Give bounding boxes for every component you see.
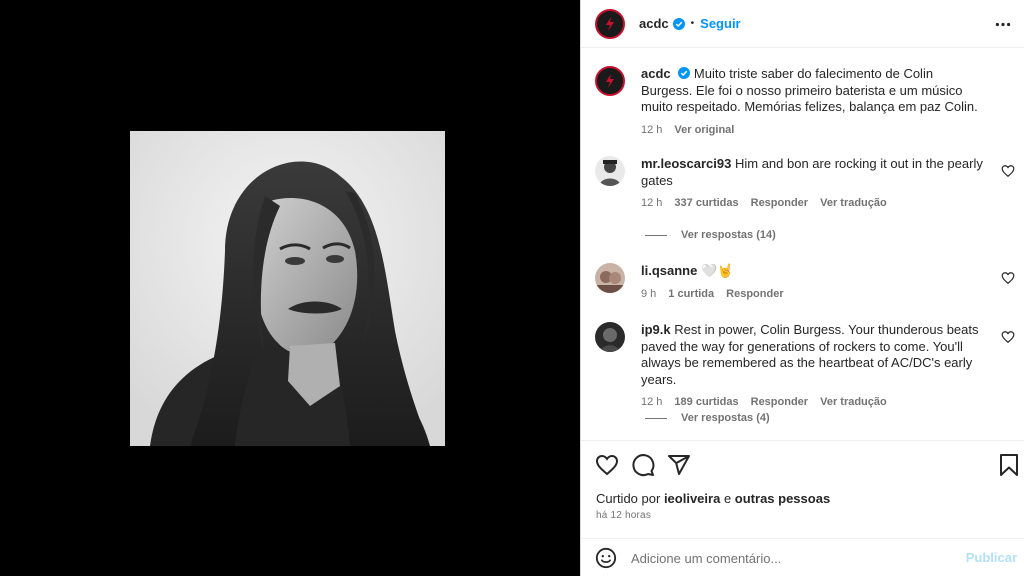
verified-badge-icon xyxy=(672,17,685,30)
commenter-avatar[interactable] xyxy=(595,322,625,352)
comment-body: mr.leoscarci93 Him and bon are rocking i… xyxy=(641,156,987,212)
caption-body: acdc Muito triste saber do falecimento d… xyxy=(641,66,987,138)
comment-time[interactable]: 9 h xyxy=(641,286,656,303)
translate-link[interactable]: Ver tradução xyxy=(820,394,887,411)
more-options-button[interactable] xyxy=(993,14,1013,34)
replies-divider-line xyxy=(645,234,667,236)
caption-author-avatar[interactable] xyxy=(595,66,625,96)
comment-time[interactable]: 12 h xyxy=(641,195,662,212)
comment-text: 🤍🤘 xyxy=(700,263,734,278)
publish-button[interactable]: Publicar xyxy=(966,550,1017,565)
caption-username[interactable]: acdc xyxy=(641,66,671,81)
liked-by-user[interactable]: ieoliveira xyxy=(664,491,720,506)
view-replies-button[interactable]: Ver respostas (4) xyxy=(645,412,770,424)
caption-time[interactable]: 12 h xyxy=(641,122,662,139)
comment-meta: 9 h 1 curtida Responder xyxy=(641,286,987,303)
lightning-bolt-icon xyxy=(606,74,614,88)
verified-badge-icon xyxy=(678,67,691,79)
portrait-image xyxy=(130,131,445,446)
comments-list[interactable]: acdc Muito triste saber do falecimento d… xyxy=(581,49,1024,439)
comment-composer: Publicar xyxy=(581,538,1024,576)
comment-row: li.qsanne 🤍🤘 9 h 1 curtida Responder xyxy=(595,263,1015,313)
bookmark-icon[interactable] xyxy=(999,453,1019,477)
reply-button[interactable]: Responder xyxy=(726,286,783,303)
liked-by-prefix: Curtido por xyxy=(596,491,661,506)
lightning-bolt-icon xyxy=(606,16,614,31)
comment-icon[interactable] xyxy=(631,453,655,477)
comment-time[interactable]: 12 h xyxy=(641,394,662,411)
replies-divider-line xyxy=(645,417,667,419)
comment-likes-count[interactable]: 1 curtida xyxy=(668,286,714,303)
view-replies-button[interactable]: Ver respostas (14) xyxy=(645,229,776,241)
post-photo[interactable] xyxy=(130,131,445,446)
translate-link[interactable]: Ver tradução xyxy=(820,195,887,212)
caption-row: acdc Muito triste saber do falecimento d… xyxy=(595,66,1015,138)
emoji-icon[interactable] xyxy=(595,547,617,569)
comment-meta: 12 h 337 curtidas Responder Ver tradução xyxy=(641,195,987,212)
post-timestamp[interactable]: há 12 horas xyxy=(596,510,651,521)
reply-button[interactable]: Responder xyxy=(751,195,808,212)
view-replies-label: Ver respostas (14) xyxy=(681,229,776,241)
comment-username[interactable]: ip9.k xyxy=(641,322,671,337)
comment-likes-count[interactable]: 337 curtidas xyxy=(674,195,738,212)
heart-icon[interactable] xyxy=(595,453,619,477)
heart-icon[interactable] xyxy=(1001,330,1015,344)
comment-body: ip9.k Rest in power, Colin Burgess. Your… xyxy=(641,322,987,411)
heart-icon[interactable] xyxy=(1001,271,1015,285)
follow-button[interactable]: Seguir xyxy=(700,16,740,31)
commenter-avatar[interactable] xyxy=(595,156,625,186)
comment-row: ip9.k Rest in power, Colin Burgess. Your… xyxy=(595,322,1015,412)
comment-meta: 12 h 189 curtidas Responder Ver tradução xyxy=(641,394,987,411)
post-header: acdc • Seguir xyxy=(581,0,1024,48)
caption-meta: 12 h Ver original xyxy=(641,122,987,139)
see-original-link[interactable]: Ver original xyxy=(674,122,734,139)
author-avatar[interactable] xyxy=(595,8,625,39)
action-bar xyxy=(581,440,1024,488)
reply-button[interactable]: Responder xyxy=(751,394,808,411)
comment-input[interactable] xyxy=(631,547,961,569)
comment-username[interactable]: li.qsanne xyxy=(641,263,697,278)
separator-dot: • xyxy=(690,18,695,29)
caption-text: Muito triste saber do falecimento de Col… xyxy=(641,66,978,114)
comment-likes-count[interactable]: 189 curtidas xyxy=(674,394,738,411)
comment-text: Rest in power, Colin Burgess. Your thund… xyxy=(641,322,979,387)
share-icon[interactable] xyxy=(667,453,691,477)
comment-username[interactable]: mr.leoscarci93 xyxy=(641,156,731,171)
heart-icon[interactable] xyxy=(1001,164,1015,178)
view-replies-label: Ver respostas (4) xyxy=(681,412,770,424)
more-horizontal-icon xyxy=(995,22,1011,26)
comment-body: li.qsanne 🤍🤘 9 h 1 curtida Responder xyxy=(641,263,987,302)
liked-by-joiner: e xyxy=(723,491,732,506)
commenter-avatar[interactable] xyxy=(595,263,625,293)
media-area xyxy=(0,0,580,576)
author-username[interactable]: acdc xyxy=(639,16,669,31)
post-side-panel: acdc • Seguir acdc Muito triste saber do… xyxy=(580,0,1024,576)
liked-by-others[interactable]: outras pessoas xyxy=(735,491,830,506)
liked-by-text: Curtido por ieoliveira e outras pessoas xyxy=(596,491,830,506)
post-modal: acdc • Seguir acdc Muito triste saber do… xyxy=(0,0,1024,576)
